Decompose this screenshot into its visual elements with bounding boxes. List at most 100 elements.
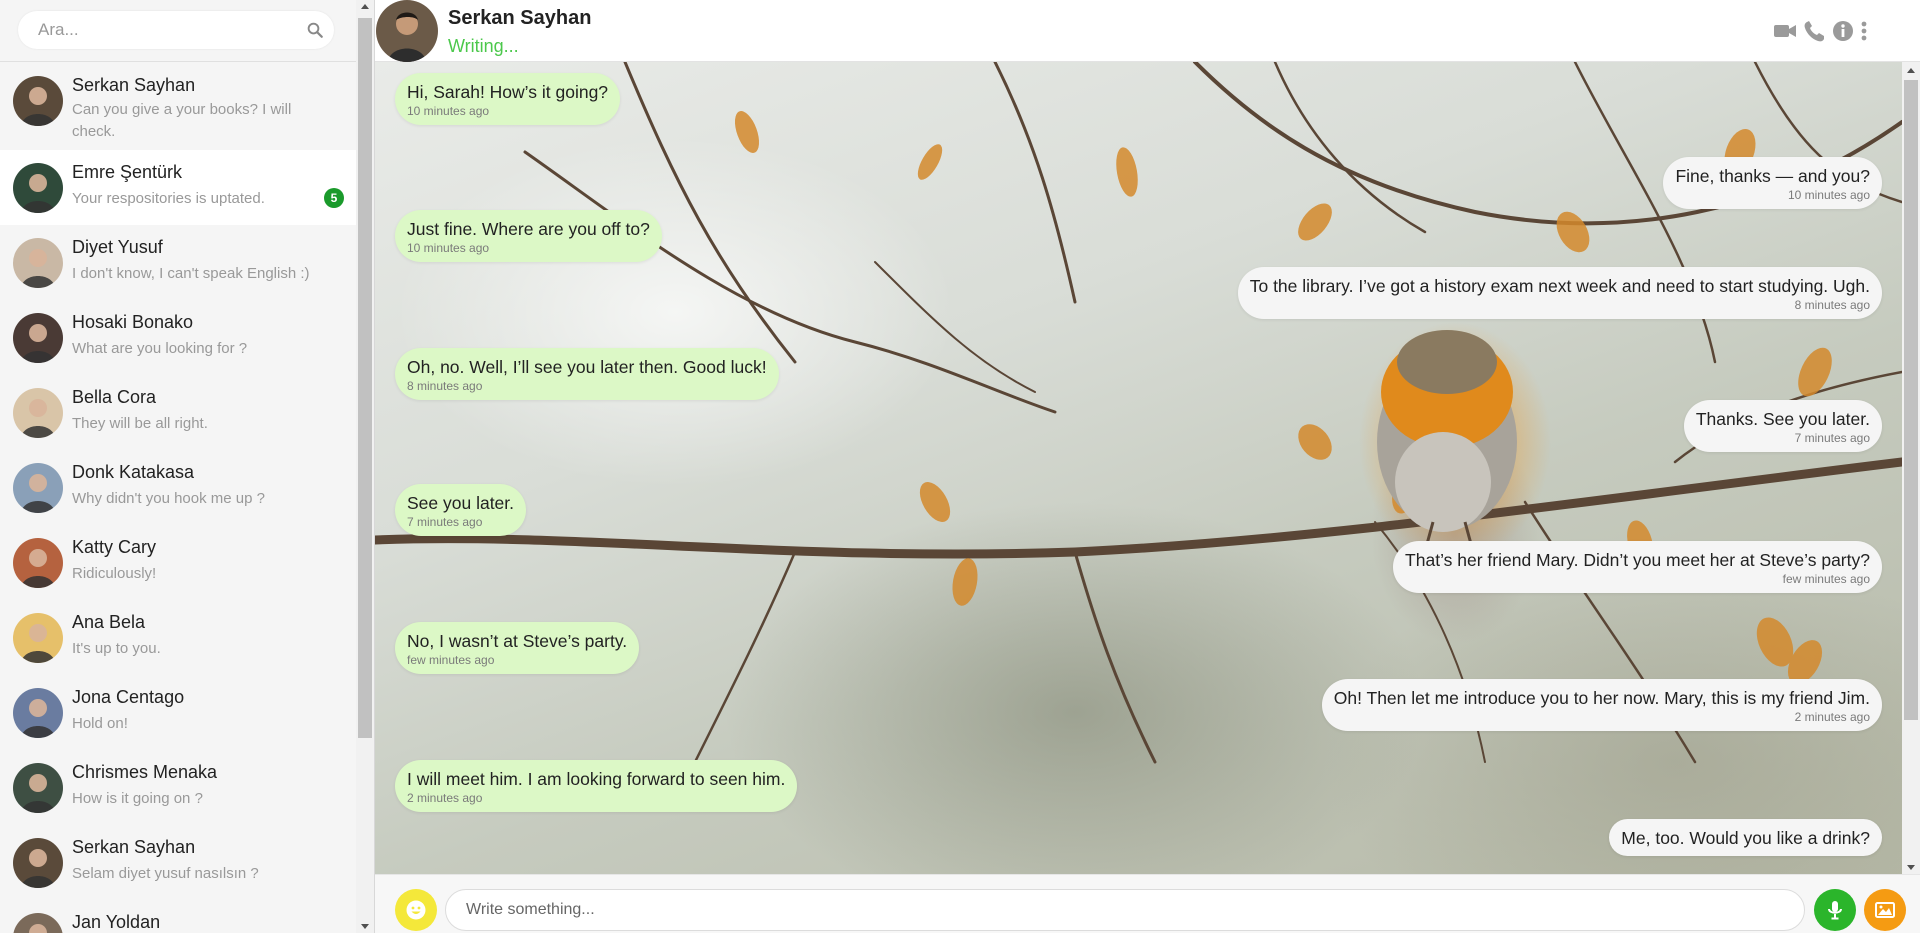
avatar [13, 838, 63, 888]
message-timestamp: 10 minutes ago [1787, 187, 1870, 202]
message-text: Just fine. Where are you off to? [407, 218, 650, 239]
contact-name: Diyet Yusuf [72, 237, 163, 257]
info-icon[interactable] [1831, 20, 1855, 42]
avatar [13, 538, 63, 588]
message-text: Oh! Then let me introduce you to her now… [1333, 687, 1870, 708]
contact-item[interactable]: Serkan Sayhan Can you give a your books? … [0, 63, 356, 150]
contact-last-message: They will be all right. [72, 415, 208, 432]
outgoing-message-bubble: Thanks. See you later. 7 minutes ago [1683, 400, 1882, 453]
voice-message-button[interactable] [1814, 889, 1856, 931]
avatar [13, 238, 63, 288]
contact-item[interactable]: Jan Yoldan [0, 900, 356, 933]
message-text: Fine, thanks — and you? [1675, 165, 1870, 186]
unread-badge: 5 [324, 188, 344, 208]
contact-name: Hosaki Bonako [72, 312, 194, 332]
message-timestamp: 2 minutes ago [1794, 709, 1870, 724]
contact-last-message: Ridiculously! [72, 565, 157, 582]
outgoing-message-bubble: Fine, thanks — and you? 10 minutes ago [1663, 156, 1882, 209]
message-text: To the library. I’ve got a history exam … [1249, 276, 1870, 297]
message-text: See you later. [407, 493, 515, 514]
contact-item[interactable]: Hosaki Bonako What are you looking for ? [0, 300, 356, 375]
contact-name: Jan Yoldan [72, 912, 161, 932]
send-image-button[interactable] [1864, 889, 1906, 931]
incoming-message-bubble: See you later. 7 minutes ago [395, 484, 527, 537]
message-input[interactable] [445, 889, 1805, 931]
scroll-up-arrow-icon[interactable] [361, 4, 369, 9]
message-text: Oh, no. Well, I’ll see you later then. G… [407, 356, 767, 377]
scroll-down-arrow-icon[interactable] [1907, 865, 1915, 870]
message-text: That’s her friend Mary. Didn’t you meet … [1405, 549, 1870, 570]
message-timestamp: 2 minutes ago [407, 791, 483, 806]
chat-avatar[interactable] [376, 0, 438, 62]
scroll-up-arrow-icon[interactable] [1907, 68, 1915, 73]
message-text: Thanks. See you later. [1695, 409, 1870, 430]
search-box [18, 11, 334, 49]
contact-last-message: Hold on! [72, 715, 128, 732]
outgoing-message-bubble: Me, too. Would you like a drink? [1609, 819, 1882, 857]
contact-last-message: I don't know, I can't speak English :) [72, 265, 310, 282]
contact-last-message: How is it going on ? [72, 790, 203, 807]
more-vertical-icon[interactable] [1857, 20, 1871, 42]
avatar [13, 913, 63, 933]
typing-status: Writing... [448, 36, 519, 56]
contact-last-message: Your respositories is uptated. [72, 190, 265, 207]
contact-name: Katty Cary [72, 537, 157, 557]
chat-header: Serkan Sayhan Writing... [375, 0, 1920, 62]
contact-item[interactable]: Serkan Sayhan Selam diyet yusuf nasılsın … [0, 825, 356, 900]
phone-icon[interactable] [1802, 20, 1826, 42]
message-timestamp: few minutes ago [1782, 571, 1870, 586]
search-input[interactable] [18, 11, 334, 49]
message-timestamp: 7 minutes ago [407, 515, 483, 530]
avatar [13, 76, 63, 126]
contact-name: Emre Şentürk [72, 162, 183, 182]
chat-panel: Serkan Sayhan Writing... Hi, Sarah! How’… [375, 0, 1920, 933]
avatar [13, 688, 63, 738]
contact-last-message: Selam diyet yusuf nasılsın ? [72, 865, 259, 882]
emoji-button[interactable] [395, 889, 437, 931]
emoji-icon [406, 900, 426, 920]
contact-name: Serkan Sayhan [72, 75, 196, 95]
contact-name: Donk Katakasa [72, 462, 195, 482]
message-text: Hi, Sarah! How’s it going? [407, 81, 609, 102]
chat-sidebar: Serkan Sayhan Can you give a your books? … [0, 0, 375, 933]
search-bar [0, 0, 374, 62]
contact-item[interactable]: Chrismes Menaka How is it going on ? [0, 750, 356, 825]
contact-name: Chrismes Menaka [72, 762, 218, 782]
avatar [13, 613, 63, 663]
message-composer [375, 874, 1920, 933]
outgoing-message-bubble: That’s her friend Mary. Didn’t you meet … [1393, 540, 1882, 593]
contact-item[interactable]: Diyet Yusuf I don't know, I can't speak E… [0, 225, 356, 300]
contact-item[interactable]: Jona Centago Hold on! [0, 675, 356, 750]
chat-scrollbar[interactable] [1902, 62, 1920, 874]
contact-last-message: Why didn't you hook me up ? [72, 490, 265, 507]
image-icon [1875, 902, 1895, 918]
message-text: Me, too. Would you like a drink? [1621, 828, 1870, 849]
sidebar-scrollbar[interactable] [356, 0, 374, 933]
contact-last-message: It's up to you. [72, 640, 161, 657]
scroll-down-arrow-icon[interactable] [361, 924, 369, 929]
search-icon[interactable] [306, 21, 324, 39]
microphone-icon [1828, 901, 1842, 920]
incoming-message-bubble: Just fine. Where are you off to? 10 minut… [395, 209, 662, 262]
message-text: I will meet him. I am looking forward to… [407, 769, 786, 790]
avatar [13, 163, 63, 213]
video-call-icon[interactable] [1773, 20, 1797, 42]
contact-item[interactable]: Katty Cary Ridiculously! [0, 525, 356, 600]
message-timestamp: 8 minutes ago [407, 378, 483, 393]
incoming-message-bubble: No, I wasn’t at Steve’s party. few minute… [395, 622, 640, 675]
contact-name: Serkan Sayhan [72, 837, 196, 857]
contact-item[interactable]: Bella Cora They will be all right. [0, 375, 356, 450]
contact-item[interactable]: Ana Bela It's up to you. [0, 600, 356, 675]
contact-last-message: What are you looking for ? [72, 340, 248, 357]
contact-item[interactable]: Donk Katakasa Why didn't you hook me up ? [0, 450, 356, 525]
message-timestamp: few minutes ago [407, 653, 495, 668]
scrollbar-thumb[interactable] [1904, 80, 1918, 720]
contact-item[interactable]: Emre Şentürk Your respositories is uptate… [0, 150, 356, 225]
contact-name: Bella Cora [72, 387, 157, 407]
message-timestamp: 7 minutes ago [1794, 431, 1870, 446]
outgoing-message-bubble: Oh! Then let me introduce you to her now… [1321, 678, 1882, 731]
avatar [13, 763, 63, 813]
scrollbar-thumb[interactable] [358, 18, 372, 738]
incoming-message-bubble: Oh, no. Well, I’ll see you later then. G… [395, 347, 779, 400]
contact-name: Jona Centago [72, 687, 185, 707]
